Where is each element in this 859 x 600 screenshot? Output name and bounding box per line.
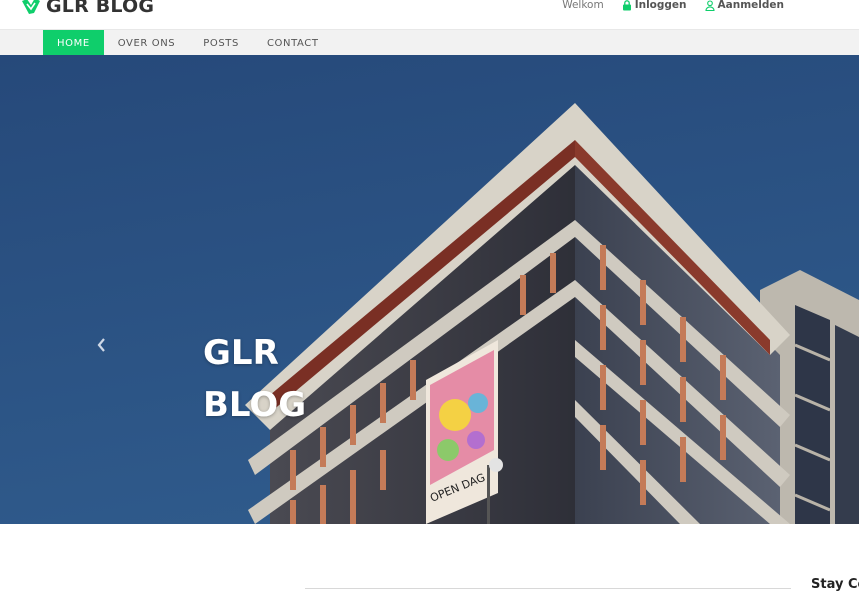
site-logo[interactable]: GLR BLOG — [20, 0, 154, 20]
hero-carousel: OPEN DAG GLR BLOG — [0, 55, 859, 524]
register-link[interactable]: Aanmelden — [704, 0, 784, 11]
lock-icon — [622, 0, 631, 10]
register-label: Aanmelden — [717, 0, 784, 11]
login-link[interactable]: Inloggen — [622, 0, 687, 11]
nav-item-over-ons[interactable]: OVER ONS — [104, 30, 189, 56]
hero-building-image: OPEN DAG — [0, 55, 859, 524]
content-divider — [305, 588, 791, 589]
login-label: Inloggen — [634, 0, 687, 11]
carousel-prev-button[interactable] — [94, 335, 110, 355]
welcome-text: Welkom — [562, 0, 604, 11]
nav-item-posts[interactable]: POSTS — [189, 30, 253, 56]
hero-title: GLR BLOG — [203, 333, 307, 425]
chevron-left-icon — [97, 338, 105, 352]
main-navbar: HOME OVER ONS POSTS CONTACT — [0, 29, 859, 57]
nav-item-home[interactable]: HOME — [43, 30, 104, 56]
main-nav: HOME OVER ONS POSTS CONTACT — [43, 30, 333, 56]
user-icon — [704, 0, 715, 11]
logo-icon — [22, 0, 40, 14]
sidebar-heading: Stay Co — [811, 577, 859, 592]
account-links: Welkom Inloggen Aanmelden — [562, 0, 784, 11]
top-header: GLR BLOG Welkom Inloggen Aanmelden — [0, 0, 859, 30]
nav-item-contact[interactable]: CONTACT — [253, 30, 333, 56]
logo-text: GLR BLOG — [46, 0, 155, 17]
